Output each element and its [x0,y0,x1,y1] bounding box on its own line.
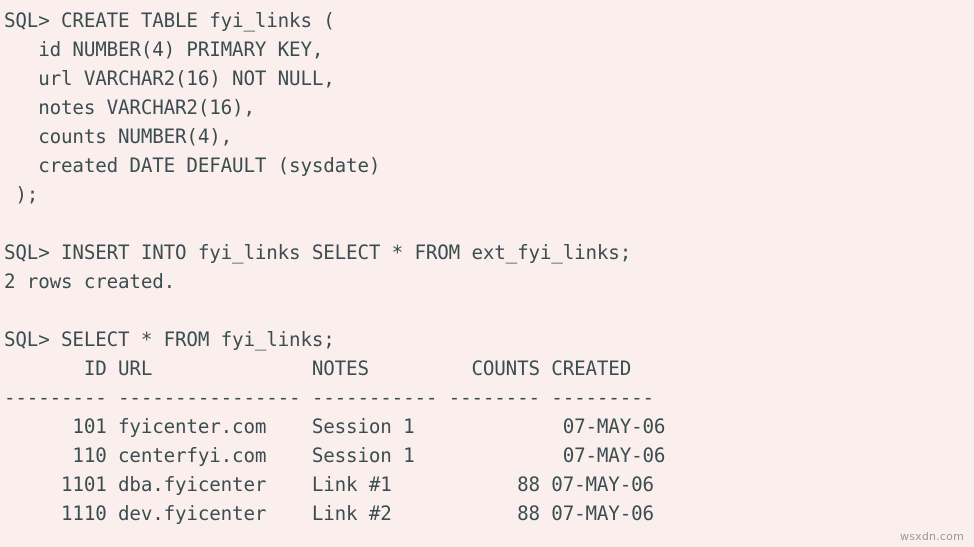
site-watermark: wsxdn.com [900,530,964,543]
console-line-column-created: created DATE DEFAULT (sysdate) [4,154,381,177]
console-line-blank-2 [4,296,974,325]
console-line-column-counts: counts NUMBER(4), [4,125,233,148]
console-line-insert-statement: SQL> INSERT INTO fyi_links SELECT * FROM… [4,241,632,264]
console-line-rows-created-message: 2 rows created. [4,270,176,293]
result-table-header-row: ID URL NOTES COUNTS CREATED [4,357,632,380]
console-line-select-statement: SQL> SELECT * FROM fyi_links; [4,328,335,351]
console-line-create-table-close: ); [4,183,39,206]
console-line-column-notes: notes VARCHAR2(16), [4,96,255,119]
result-table-row: 110 centerfyi.com Session 1 07-MAY-06 [4,444,666,467]
result-table-separator-row: --------- ---------------- ----------- -… [4,386,654,409]
console-line-blank-1 [4,209,974,238]
console-line-column-id: id NUMBER(4) PRIMARY KEY, [4,38,324,61]
result-table-row: 1101 dba.fyicenter Link #1 88 07-MAY-06 [4,473,654,496]
result-table-row: 101 fyicenter.com Session 1 07-MAY-06 [4,415,666,438]
console-line-column-url: url VARCHAR2(16) NOT NULL, [4,67,335,90]
terminal-console[interactable]: SQL> CREATE TABLE fyi_links ( id NUMBER(… [0,0,974,547]
console-line-create-table-open: SQL> CREATE TABLE fyi_links ( [4,9,335,32]
result-table-row: 1110 dev.fyicenter Link #2 88 07-MAY-06 [4,502,654,525]
